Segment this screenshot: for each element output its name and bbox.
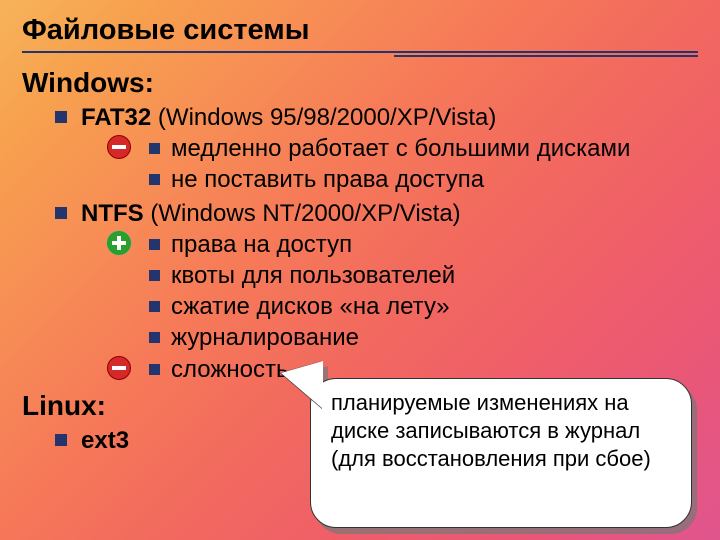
fs-suffix: (Windows 95/98/2000/XP/Vista)	[151, 104, 496, 131]
title-rule	[0, 51, 720, 63]
pro-text: квоты для пользователей	[171, 262, 455, 289]
slide-title: Файловые системы	[0, 0, 720, 51]
con-text: не поставить права доступа	[171, 166, 484, 193]
fs-ntfs: NTFS (Windows NT/2000/XP/Vista) права на…	[55, 197, 720, 386]
callout-text: планируемые изменениях на диске записыва…	[331, 390, 651, 471]
ntfs-pro-quotas: квоты для пользователей	[149, 260, 720, 291]
con-text: сложность	[171, 356, 289, 383]
pro-text: права на доступ	[171, 231, 352, 258]
ntfs-sublist: права на доступ квоты для пользователей …	[81, 229, 720, 385]
fs-name: ext3	[81, 427, 129, 454]
heading-windows: Windows:	[0, 63, 720, 101]
fs-fat32: FAT32 (Windows 95/98/2000/XP/Vista) медл…	[55, 101, 720, 197]
fs-name: FAT32	[81, 104, 151, 131]
ntfs-pro-compress: сжатие дисков «на лету»	[149, 291, 720, 322]
ntfs-pro-rights: права на доступ	[149, 229, 720, 260]
fs-name: NTFS	[81, 200, 144, 227]
list-windows: FAT32 (Windows 95/98/2000/XP/Vista) медл…	[0, 101, 720, 386]
fat32-sublist: медленно работает с большими дисками не …	[81, 133, 720, 195]
fs-suffix: (Windows NT/2000/XP/Vista)	[144, 200, 461, 227]
fat32-con-rights: не поставить права доступа	[149, 164, 720, 195]
minus-icon	[107, 135, 131, 159]
pro-text: сжатие дисков «на лету»	[171, 293, 450, 320]
pro-text: журналирование	[171, 324, 359, 351]
fat32-con-slow: медленно работает с большими дисками	[149, 133, 720, 164]
callout-bubble: планируемые изменениях на диске записыва…	[310, 378, 692, 528]
callout-tail	[281, 361, 323, 409]
con-text: медленно работает с большими дисками	[171, 135, 630, 162]
plus-icon	[107, 231, 131, 255]
minus-icon	[107, 356, 131, 380]
ntfs-pro-journal: журналирование	[149, 322, 720, 353]
